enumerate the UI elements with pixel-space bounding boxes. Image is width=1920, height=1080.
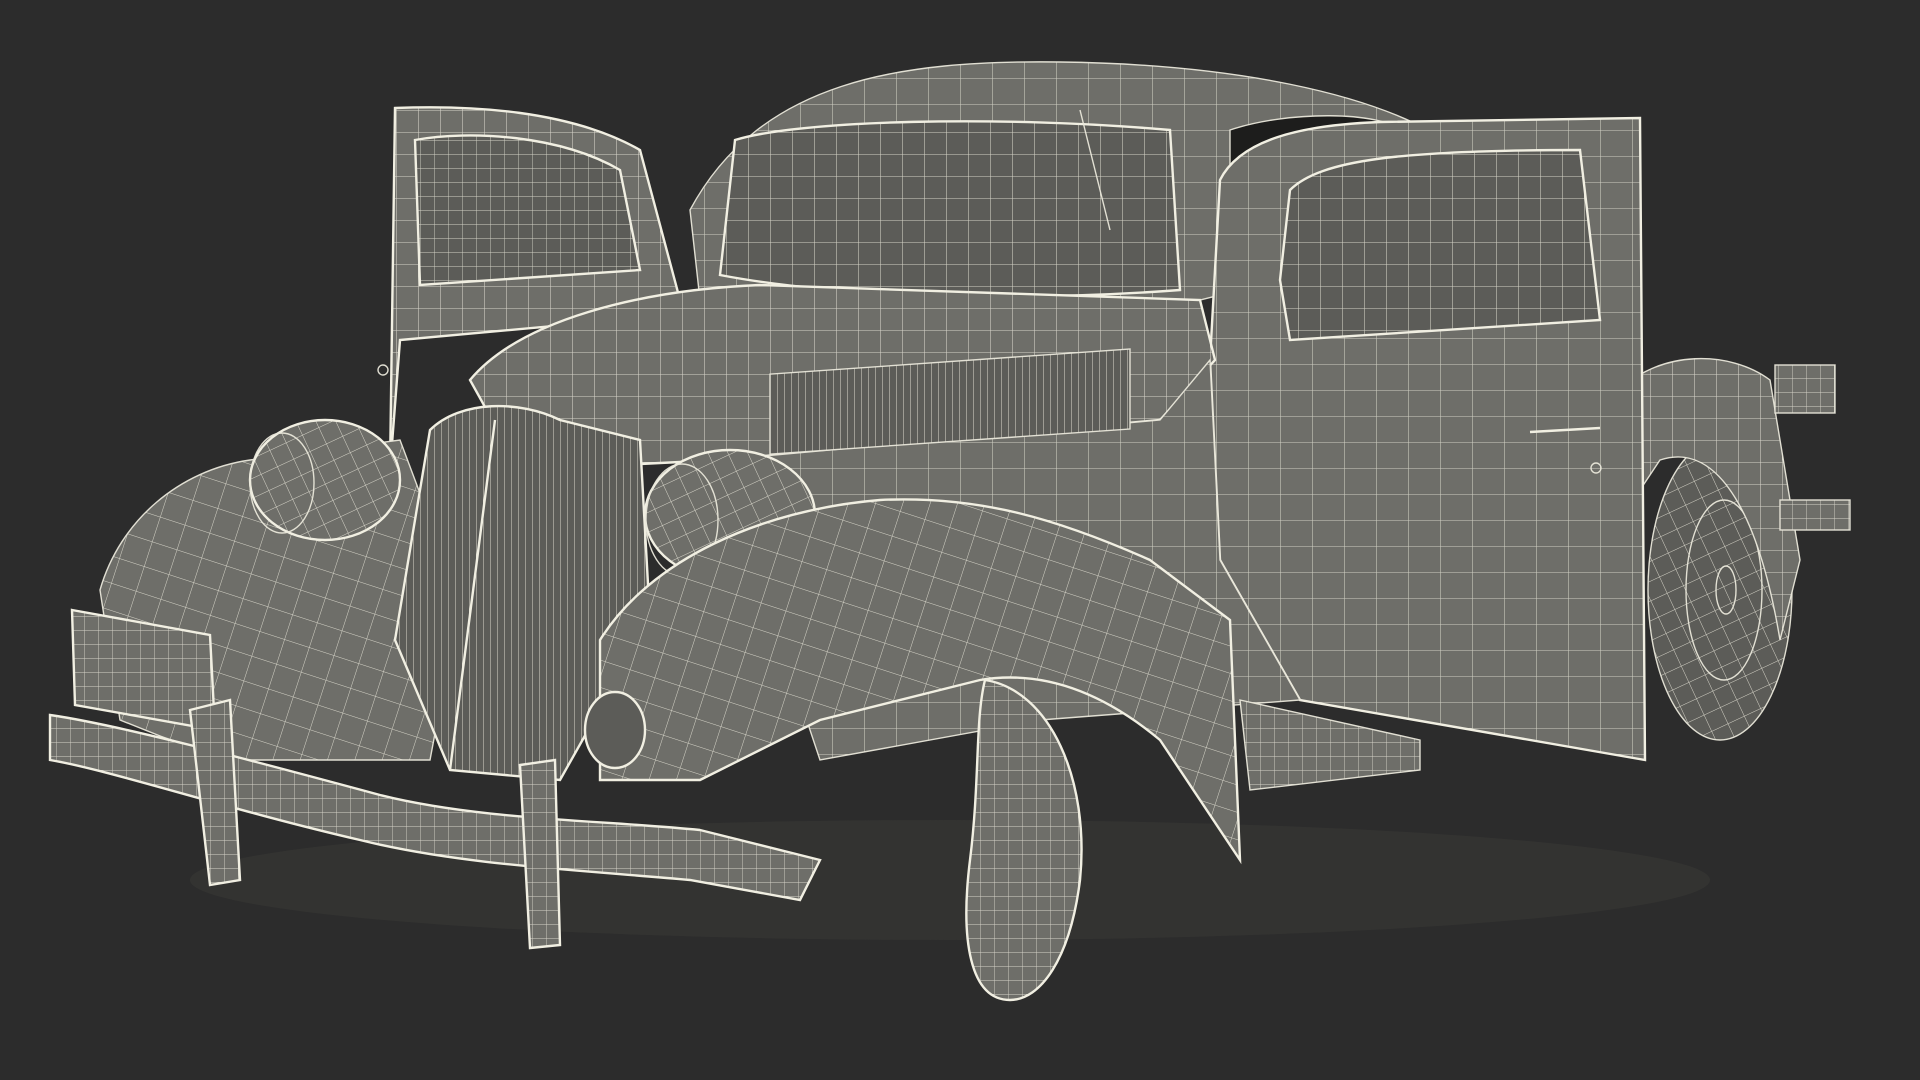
windshield [718,109,1182,298]
left-headlight [248,418,402,542]
front-wheel [965,678,1083,1002]
wireframe-car-render [48,61,1851,1002]
